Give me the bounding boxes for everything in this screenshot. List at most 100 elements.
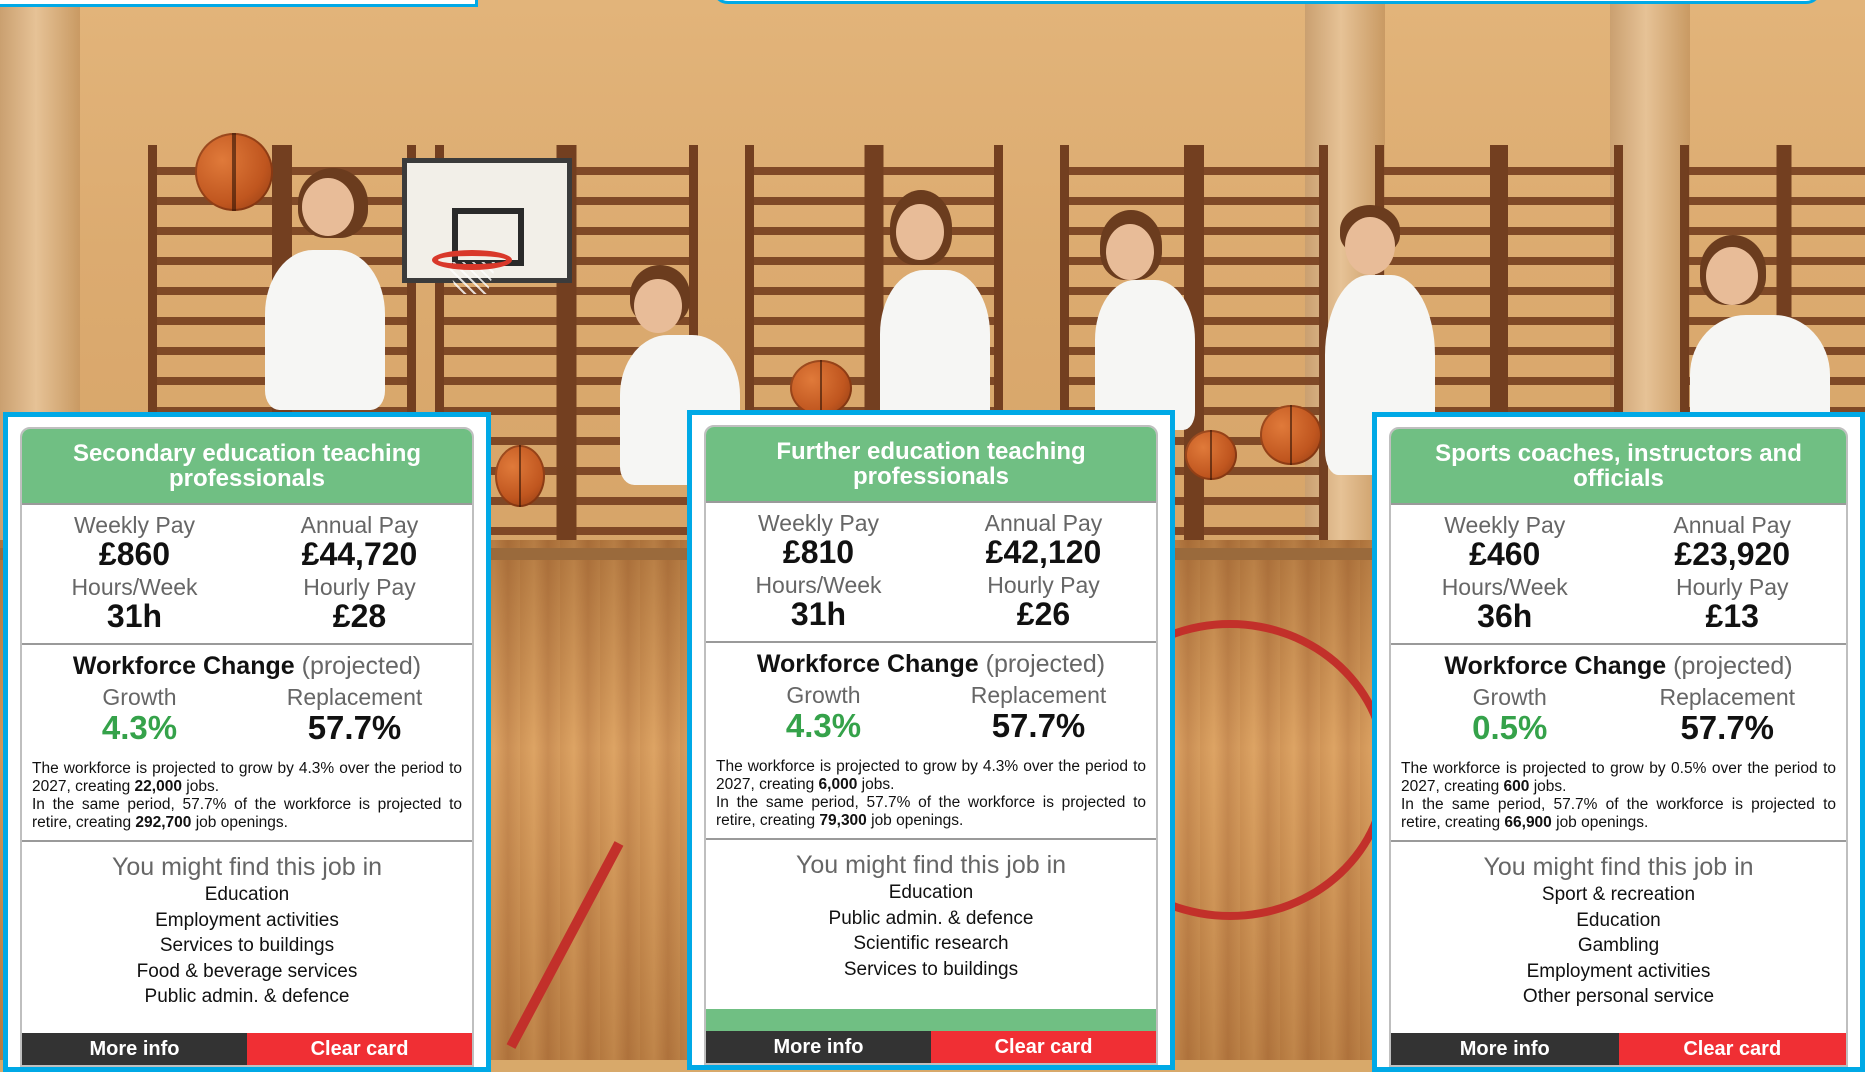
- industry-item: Education: [888, 882, 974, 903]
- workforce-heading: Workforce Change (projected): [32, 651, 462, 681]
- industries-heading: You might find this job in: [1483, 853, 1754, 881]
- hours-week: Hours/Week 31h: [706, 573, 931, 635]
- job-title: Sports coaches, instructors and official…: [1391, 429, 1846, 505]
- replacement-value: 57.7%: [307, 709, 402, 746]
- job-card-sports-coaches: Sports coaches, instructors and official…: [1372, 412, 1865, 1072]
- growth-text-end: jobs.: [181, 778, 220, 795]
- annual-pay-value: £42,120: [985, 534, 1102, 570]
- retire-sentence: In the same period, 57.7% of the workfor…: [32, 796, 462, 832]
- growth-label: Growth: [786, 682, 861, 708]
- weekly-pay-label: Weekly Pay: [757, 510, 879, 536]
- workforce-description: The workforce is projected to grow by 4.…: [716, 758, 1146, 830]
- industries: You might find this job in Education Pub…: [706, 840, 1156, 982]
- workforce-sub-text: (projected): [1673, 652, 1793, 680]
- industry-item: Gambling: [1577, 935, 1660, 956]
- card-actions: More info Clear card: [22, 1033, 472, 1065]
- callout-bubble-left: [0, 0, 478, 7]
- growth-sentence: The workforce is projected to grow by 0.…: [1401, 760, 1836, 796]
- industry-item: Employment activities: [155, 909, 339, 931]
- workforce-description: The workforce is projected to grow by 0.…: [1401, 760, 1836, 832]
- hours-week: Hours/Week 36h: [1391, 575, 1619, 637]
- workforce-heading: Workforce Change (projected): [716, 649, 1146, 679]
- industries: You might find this job in Sport & recre…: [1391, 842, 1846, 1010]
- annual-pay-label: Annual Pay: [1673, 512, 1792, 538]
- growth-sentence: The workforce is projected to grow by 4.…: [716, 758, 1146, 794]
- industry-item: Employment activities: [1526, 960, 1711, 982]
- hours-week-label: Hours/Week: [755, 572, 882, 598]
- industry-item: Other personal service: [1522, 986, 1715, 1007]
- clear-card-button[interactable]: Clear card: [247, 1033, 472, 1065]
- clear-card-button[interactable]: Clear card: [1618, 1033, 1846, 1065]
- growth-jobs: 22,000: [134, 778, 182, 795]
- workforce-sub-text: (projected): [985, 650, 1106, 678]
- workforce-values: Growth 0.5% Replacement 57.7%: [1401, 685, 1836, 746]
- job-card-secondary-education: Secondary education teaching professiona…: [3, 412, 491, 1072]
- retire-jobs: 292,700: [135, 814, 192, 831]
- annual-pay-label: Annual Pay: [300, 512, 419, 538]
- weekly-pay-value: £810: [782, 534, 855, 570]
- workforce-heading-text: Workforce Change: [1444, 652, 1667, 680]
- more-info-button[interactable]: More info: [706, 1031, 931, 1063]
- basketball: [495, 445, 545, 507]
- workforce-sub-text: (projected): [301, 652, 422, 680]
- basketball: [1185, 430, 1237, 480]
- growth-text: The workforce is projected to grow by 4.…: [32, 760, 462, 795]
- annual-pay: Annual Pay £23,920: [1619, 513, 1847, 575]
- job-title: Secondary education teaching professiona…: [22, 429, 472, 505]
- job-card: Further education teaching professionals…: [704, 425, 1158, 1065]
- industries-heading: You might find this job in: [111, 853, 383, 881]
- basketball: [195, 133, 273, 211]
- hourly-pay-value: £28: [332, 598, 387, 634]
- replacement-stat: Replacement 57.7%: [931, 683, 1146, 744]
- annual-pay: Annual Pay £44,720: [247, 513, 472, 575]
- workforce-description: The workforce is projected to grow by 4.…: [32, 760, 462, 832]
- growth-stat: Growth 4.3%: [32, 685, 247, 746]
- job-card-further-education: Further education teaching professionals…: [687, 410, 1175, 1070]
- retire-text-end: job openings.: [866, 812, 964, 829]
- weekly-pay-value: £860: [98, 536, 171, 572]
- hours-week-value: 31h: [790, 596, 847, 632]
- retire-sentence: In the same period, 57.7% of the workfor…: [1401, 796, 1836, 832]
- more-info-button[interactable]: More info: [22, 1033, 247, 1065]
- workforce-change: Workforce Change (projected) Growth 4.3%…: [22, 645, 472, 842]
- clear-card-button[interactable]: Clear card: [931, 1031, 1156, 1063]
- replacement-stat: Replacement 57.7%: [247, 685, 462, 746]
- retire-text-end: job openings.: [191, 814, 288, 831]
- hours-week-value: 36h: [1477, 598, 1533, 634]
- pay-stats: Weekly Pay £860 Annual Pay £44,720 Hours…: [22, 505, 472, 645]
- workforce-change: Workforce Change (projected) Growth 4.3%…: [706, 643, 1156, 840]
- hourly-pay: Hourly Pay £28: [247, 575, 472, 637]
- basketball: [790, 360, 852, 416]
- growth-sentence: The workforce is projected to grow by 4.…: [32, 760, 462, 796]
- growth-stat: Growth 0.5%: [1401, 685, 1619, 746]
- card-actions: More info Clear card: [706, 1031, 1156, 1063]
- growth-text: The workforce is projected to grow by 4.…: [716, 758, 1146, 793]
- growth-jobs: 6,000: [818, 776, 858, 793]
- job-title: Further education teaching professionals: [706, 427, 1156, 503]
- annual-pay-value: £44,720: [301, 536, 418, 572]
- callout-bubble-right: [712, 0, 1822, 4]
- weekly-pay: Weekly Pay £460: [1391, 513, 1619, 575]
- industry-item: Scientific research: [853, 933, 1009, 954]
- hourly-pay-value: £26: [1016, 596, 1071, 632]
- retire-jobs: 66,900: [1504, 814, 1552, 831]
- hours-week-label: Hours/Week: [71, 574, 198, 600]
- replacement-value: 57.7%: [1680, 709, 1775, 746]
- job-card: Secondary education teaching professiona…: [20, 427, 474, 1067]
- hourly-pay: Hourly Pay £13: [1619, 575, 1847, 637]
- hours-week-value: 31h: [106, 598, 163, 634]
- industries: You might find this job in Education Emp…: [22, 842, 472, 1010]
- growth-jobs: 600: [1503, 778, 1530, 795]
- basketball-hoop: [432, 250, 512, 270]
- hours-week-label: Hours/Week: [1441, 574, 1568, 600]
- weekly-pay-value: £460: [1469, 536, 1541, 572]
- growth-text-end: jobs.: [1529, 778, 1567, 795]
- industries-heading: You might find this job in: [795, 851, 1067, 879]
- pay-stats: Weekly Pay £810 Annual Pay £42,120 Hours…: [706, 503, 1156, 643]
- workforce-heading-text: Workforce Change: [756, 650, 979, 678]
- weekly-pay: Weekly Pay £810: [706, 511, 931, 573]
- growth-value: 4.3%: [785, 707, 862, 744]
- replacement-stat: Replacement 57.7%: [1619, 685, 1837, 746]
- hourly-pay: Hourly Pay £26: [931, 573, 1156, 635]
- more-info-button[interactable]: More info: [1391, 1033, 1619, 1065]
